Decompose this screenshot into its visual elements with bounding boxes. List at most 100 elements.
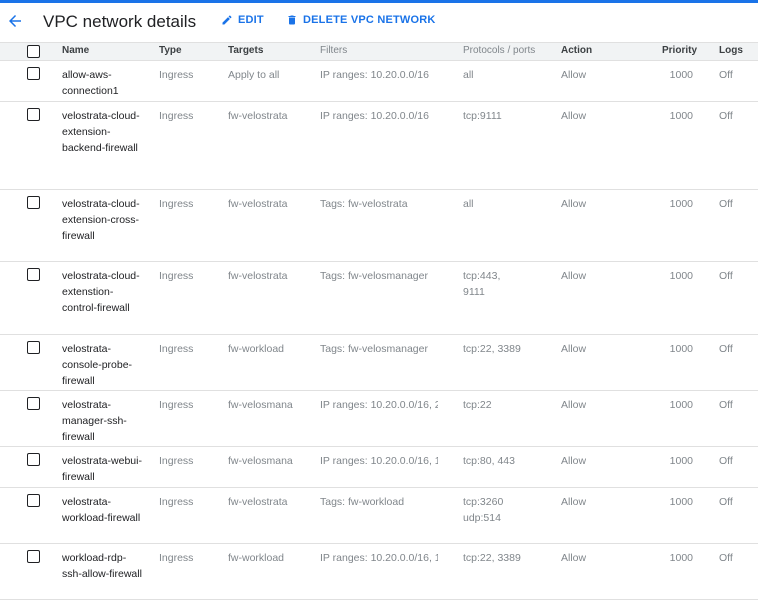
row-checkbox[interactable] xyxy=(27,341,40,354)
rule-action: Allow xyxy=(561,69,587,81)
rule-logs: Off xyxy=(719,270,733,282)
rule-filters: IP ranges: 10.20.0.0/16, 2 xyxy=(320,399,438,411)
rule-filters: Tags: fw-velostrata xyxy=(320,198,408,210)
rule-logs: Off xyxy=(719,399,733,411)
delete-vpc-network-button[interactable]: DELETE VPC NETWORK xyxy=(286,14,436,26)
rule-protocols: all xyxy=(463,198,474,210)
table-header: Name Type Targets Filters Protocols / po… xyxy=(0,42,758,61)
rule-action: Allow xyxy=(561,496,587,508)
rule-name[interactable]: allow-aws-connection1 xyxy=(62,67,142,99)
row-checkbox[interactable] xyxy=(27,196,40,209)
rule-action: Allow xyxy=(561,455,587,467)
rule-priority: 1000 xyxy=(669,69,693,81)
rule-protocols: tcp:22, 3389 xyxy=(463,343,521,355)
row-checkbox[interactable] xyxy=(27,494,40,507)
rule-logs: Off xyxy=(719,69,733,81)
edit-button[interactable]: EDIT xyxy=(221,14,264,26)
rule-priority: 1000 xyxy=(669,198,693,210)
rule-name[interactable]: velostrata-workload-firewall xyxy=(62,494,142,526)
table-row[interactable]: velostrata-cloud-extenstion-control-fire… xyxy=(0,262,758,335)
rule-targets: fw-velosmana xyxy=(228,455,293,467)
rule-action: Allow xyxy=(561,110,587,122)
rule-type: Ingress xyxy=(159,110,194,122)
rule-type: Ingress xyxy=(159,198,194,210)
rule-name[interactable]: velostrata-manager-ssh-firewall xyxy=(62,397,142,445)
select-all-checkbox[interactable] xyxy=(27,45,40,58)
rule-priority: 1000 xyxy=(669,399,693,411)
rule-type: Ingress xyxy=(159,343,194,355)
rule-type: Ingress xyxy=(159,496,194,508)
rule-action: Allow xyxy=(561,198,587,210)
rule-priority: 1000 xyxy=(669,110,693,122)
rule-protocols: tcp:9111 xyxy=(463,110,502,122)
rule-priority: 1000 xyxy=(669,455,693,467)
rule-filters: IP ranges: 10.20.0.0/16, 1 xyxy=(320,455,438,467)
row-checkbox[interactable] xyxy=(27,67,40,80)
rule-protocols: tcp:22, 3389 xyxy=(463,552,521,564)
rule-type: Ingress xyxy=(159,399,194,411)
header-action[interactable]: Action xyxy=(561,45,592,56)
rule-priority: 1000 xyxy=(669,270,693,282)
delete-label: DELETE VPC NETWORK xyxy=(303,14,436,26)
rule-name[interactable]: velostrata-cloud-extension-backend-firew… xyxy=(62,108,142,156)
table-row[interactable]: velostrata-workload-firewall Ingress fw-ve… xyxy=(0,488,758,544)
rule-type: Ingress xyxy=(159,552,194,564)
header-targets[interactable]: Targets xyxy=(228,45,263,56)
rule-name[interactable]: velostrata-cloud-extension-cross-firewal… xyxy=(62,196,142,244)
rule-name[interactable]: workload-rdp-ssh-allow-firewall xyxy=(62,550,142,582)
rule-protocols: tcp:80, 443 xyxy=(463,455,515,467)
header-logs[interactable]: Logs xyxy=(719,45,743,56)
rule-filters: Tags: fw-workload xyxy=(320,496,405,508)
header-protocols: Protocols / ports xyxy=(463,45,536,56)
edit-label: EDIT xyxy=(238,14,264,26)
table-row[interactable]: velostrata-manager-ssh-firewall Ingress fw… xyxy=(0,391,758,447)
header-type[interactable]: Type xyxy=(159,45,182,56)
rule-targets: fw-velostrata xyxy=(228,270,288,282)
rule-logs: Off xyxy=(719,552,733,564)
table-row[interactable]: velostrata-webui-firewall Ingress fw-velos… xyxy=(0,447,758,488)
row-checkbox[interactable] xyxy=(27,108,40,121)
rule-targets: Apply to all xyxy=(228,69,280,81)
table-row[interactable]: velostrata-console-probe-firewall Ingress… xyxy=(0,335,758,391)
rule-action: Allow xyxy=(561,343,587,355)
rule-type: Ingress xyxy=(159,455,194,467)
rule-logs: Off xyxy=(719,110,733,122)
rule-logs: Off xyxy=(719,198,733,210)
rule-priority: 1000 xyxy=(669,343,693,355)
rule-targets: fw-velostrata xyxy=(228,110,288,122)
table-row[interactable]: velostrata-cloud-extension-backend-firew… xyxy=(0,102,758,190)
rule-priority: 1000 xyxy=(669,552,693,564)
rule-targets: fw-velosmana xyxy=(228,399,293,411)
rule-name[interactable]: velostrata-cloud-extenstion-control-fire… xyxy=(62,268,142,316)
trash-icon xyxy=(288,15,296,25)
rule-action: Allow xyxy=(561,399,587,411)
rule-targets: fw-workload xyxy=(228,343,285,355)
table-row[interactable]: allow-aws-connection1 Ingress Apply to all… xyxy=(0,61,758,102)
rule-type: Ingress xyxy=(159,69,194,81)
rule-targets: fw-workload xyxy=(228,552,285,564)
rule-logs: Off xyxy=(719,343,733,355)
table-row[interactable]: velostrata-cloud-extension-cross-firewal… xyxy=(0,190,758,262)
header-name[interactable]: Name xyxy=(62,45,89,56)
table-row[interactable]: workload-rdp-ssh-allow-firewall Ingress fw… xyxy=(0,544,758,600)
row-checkbox[interactable] xyxy=(27,453,40,466)
rule-protocols: tcp:22 xyxy=(463,399,492,411)
row-checkbox[interactable] xyxy=(27,550,40,563)
header-priority[interactable]: Priority xyxy=(662,45,697,56)
rule-targets: fw-velostrata xyxy=(228,198,288,210)
rule-logs: Off xyxy=(719,455,733,467)
rule-name[interactable]: velostrata-console-probe-firewall xyxy=(62,341,142,389)
rule-filters: Tags: fw-velosmanager xyxy=(320,270,428,282)
rule-protocols: tcp:3260 udp:514 xyxy=(463,496,504,524)
row-checkbox[interactable] xyxy=(27,268,40,281)
rule-name[interactable]: velostrata-webui-firewall xyxy=(62,453,142,485)
arrow-back-icon[interactable] xyxy=(6,12,24,30)
pencil-icon xyxy=(222,15,232,25)
table-body: allow-aws-connection1 Ingress Apply to all… xyxy=(0,61,758,600)
rule-filters: Tags: fw-velosmanager xyxy=(320,343,428,355)
rule-filters: IP ranges: 10.20.0.0/16, 1 xyxy=(320,552,438,564)
rule-protocols: all xyxy=(463,69,474,81)
row-checkbox[interactable] xyxy=(27,397,40,410)
rule-protocols: tcp:443, 9111 xyxy=(463,270,501,298)
header-filters: Filters xyxy=(320,45,348,56)
